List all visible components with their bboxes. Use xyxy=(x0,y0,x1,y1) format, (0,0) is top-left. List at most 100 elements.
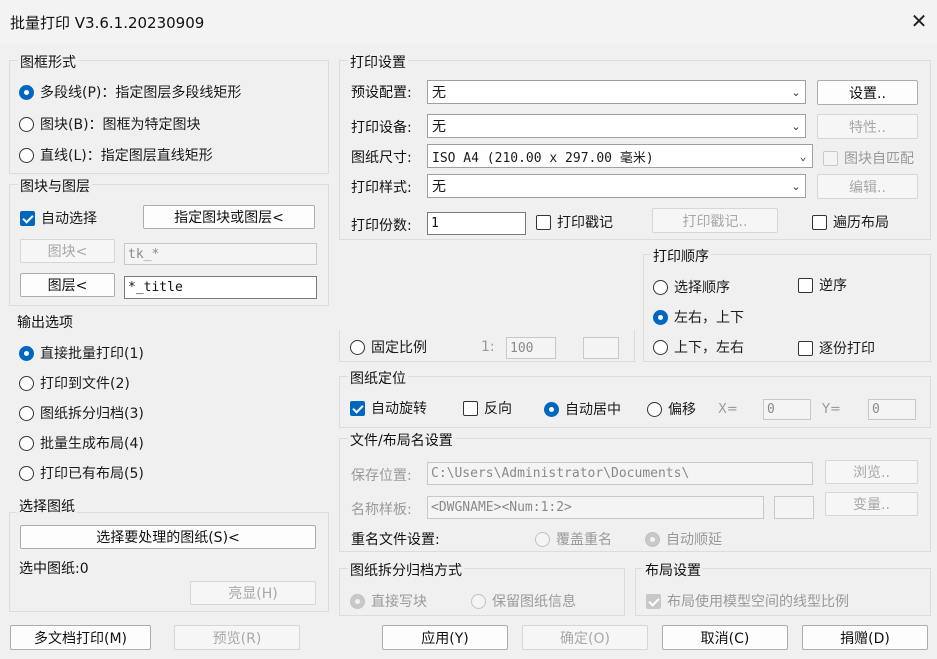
block-pick-button[interactable]: 图块< xyxy=(20,239,115,263)
traverse-layout-checkbox[interactable]: 遍历布局 xyxy=(812,212,889,232)
block-name-field[interactable]: tk_* xyxy=(124,243,317,265)
window-title: 批量打印 V3.6.1.20230909 xyxy=(10,14,205,32)
close-icon[interactable]: ✕ xyxy=(908,10,930,32)
highlight-button[interactable]: 亮显(H) xyxy=(190,581,316,605)
by-copy-checkbox[interactable]: 逐份打印 xyxy=(798,338,875,358)
select-sheets-label: 选择图纸 xyxy=(17,496,77,516)
name-template-field[interactable]: <DWGNAME><Num:1:2> xyxy=(427,496,764,519)
auto-center-radio[interactable]: 自动居中 xyxy=(544,399,621,419)
frame-line-radio[interactable]: 直线(L)：指定图层直线矩形 xyxy=(19,145,213,165)
radio-icon xyxy=(535,531,550,547)
radio-selected-icon xyxy=(645,531,660,547)
output-split-archive-radio[interactable]: 图纸拆分归档(3) xyxy=(19,403,144,423)
preview-button[interactable]: 预览(R) xyxy=(174,625,300,650)
block-layer-label: 图块与图层 xyxy=(18,176,92,196)
chevron-down-icon: ⌄ xyxy=(791,85,801,99)
frame-type-label: 图框形式 xyxy=(18,52,78,72)
style-select[interactable]: 无 ⌄ xyxy=(427,174,806,198)
radio-icon xyxy=(19,147,34,163)
paper-position-label: 图纸定位 xyxy=(348,368,408,388)
frame-block-radio[interactable]: 图块(B)：图框为特定图块 xyxy=(19,114,201,134)
checkbox-icon xyxy=(798,277,813,293)
edit-style-button[interactable]: 编辑.. xyxy=(817,174,918,199)
frame-polyline-radio[interactable]: 多段线(P)：指定图层多段线矩形 xyxy=(19,82,241,102)
print-settings-label: 打印设置 xyxy=(348,52,408,72)
apply-button[interactable]: 应用(Y) xyxy=(382,625,508,650)
checkbox-icon xyxy=(463,400,478,416)
scale-unit-field[interactable] xyxy=(583,337,619,359)
direct-write-radio[interactable]: 直接写块 xyxy=(350,591,427,611)
save-location-label: 保存位置: xyxy=(351,468,412,484)
print-stamp-checkbox[interactable]: 打印戳记 xyxy=(536,212,613,232)
radio-icon xyxy=(19,435,34,451)
radio-icon xyxy=(19,116,34,132)
radio-icon xyxy=(647,401,662,417)
auto-rotate-checkbox[interactable]: 自动旋转 xyxy=(350,398,427,418)
output-generate-layout-radio[interactable]: 批量生成布局(4) xyxy=(19,433,144,453)
variables-button[interactable]: 变量.. xyxy=(825,492,918,516)
order-lr-tb-radio[interactable]: 左右，上下 xyxy=(653,307,744,327)
output-existing-layout-radio[interactable]: 打印已有布局(5) xyxy=(19,463,144,483)
setup-button[interactable]: 设置.. xyxy=(817,80,918,105)
browse-button[interactable]: 浏览.. xyxy=(825,460,918,484)
split-mode-label: 图纸拆分归档方式 xyxy=(348,560,464,580)
paper-size-label: 图纸尺寸: xyxy=(351,150,412,166)
scale-prefix: 1: xyxy=(481,339,495,355)
rename-setting-label: 重名文件设置: xyxy=(351,532,440,548)
checkbox-icon xyxy=(823,150,838,166)
reverse-order-checkbox[interactable]: 逆序 xyxy=(798,275,847,295)
copies-field[interactable]: 1 xyxy=(427,212,526,235)
auto-fit-checkbox[interactable]: 图块自匹配 xyxy=(823,148,914,168)
offset-x-field[interactable]: 0 xyxy=(763,399,811,420)
auto-increment-radio[interactable]: 自动顺延 xyxy=(645,529,722,549)
radio-icon xyxy=(653,279,668,295)
save-location-field[interactable]: C:\Users\Administrator\Documents\ xyxy=(427,462,813,485)
device-select[interactable]: 无 ⌄ xyxy=(427,114,806,138)
radio-icon xyxy=(19,405,34,421)
preset-select[interactable]: 无 ⌄ xyxy=(427,80,806,104)
radio-selected-icon xyxy=(653,309,668,325)
model-linetype-scale-checkbox[interactable]: 布局使用模型空间的线型比例 xyxy=(646,591,849,611)
output-direct-print-radio[interactable]: 直接批量打印(1) xyxy=(19,343,144,363)
print-stamp-button[interactable]: 打印戳记.. xyxy=(652,208,778,233)
specify-block-layer-button[interactable]: 指定图块或图层< xyxy=(143,205,315,229)
layer-name-field[interactable]: *_title xyxy=(124,276,317,299)
file-name-label: 文件/布局名设置 xyxy=(348,430,455,450)
reverse-checkbox[interactable]: 反向 xyxy=(463,398,512,418)
output-to-file-radio[interactable]: 打印到文件(2) xyxy=(19,373,130,393)
layer-pick-button[interactable]: 图层< xyxy=(20,273,115,297)
checkbox-checked-icon xyxy=(350,400,365,416)
select-sheets-button[interactable]: 选择要处理的图纸(S)< xyxy=(20,525,316,549)
offset-y-field[interactable]: 0 xyxy=(868,399,916,420)
name-template-label: 名称样板: xyxy=(351,502,412,518)
name-template-extra-field[interactable] xyxy=(774,496,814,519)
layout-settings-label: 布局设置 xyxy=(643,560,703,580)
checkbox-icon xyxy=(812,214,827,230)
order-select-radio[interactable]: 选择顺序 xyxy=(653,277,730,297)
style-label: 打印样式: xyxy=(351,180,412,196)
radio-selected-icon xyxy=(19,84,34,100)
chevron-down-icon: ⌄ xyxy=(791,179,801,193)
fixed-scale-radio[interactable]: 固定比例 xyxy=(350,337,427,357)
offset-x-label: X= xyxy=(718,402,738,417)
radio-selected-icon xyxy=(19,345,34,361)
ok-button[interactable]: 确定(O) xyxy=(522,625,648,650)
properties-button[interactable]: 特性.. xyxy=(817,114,918,139)
offset-y-label: Y= xyxy=(822,402,841,417)
preset-label: 预设配置: xyxy=(351,85,412,101)
checkbox-icon xyxy=(536,214,551,230)
auto-select-checkbox[interactable]: 自动选择 xyxy=(20,208,97,228)
radio-icon xyxy=(19,375,34,391)
print-order-label: 打印顺序 xyxy=(651,246,711,266)
keep-info-radio[interactable]: 保留图纸信息 xyxy=(471,591,576,611)
paper-size-select[interactable]: ISO A4 (210.00 x 297.00 毫米) ⌄ xyxy=(427,144,813,168)
scale-value-field[interactable]: 100 xyxy=(506,337,556,359)
device-label: 打印设备: xyxy=(351,120,412,136)
order-tb-lr-radio[interactable]: 上下，左右 xyxy=(653,337,744,357)
donate-button[interactable]: 捐赠(D) xyxy=(802,625,928,650)
overwrite-radio[interactable]: 覆盖重名 xyxy=(535,529,612,549)
offset-radio[interactable]: 偏移 xyxy=(647,399,696,419)
multi-doc-print-button[interactable]: 多文档打印(M) xyxy=(10,625,151,650)
radio-icon xyxy=(471,593,486,609)
cancel-button[interactable]: 取消(C) xyxy=(662,625,788,650)
